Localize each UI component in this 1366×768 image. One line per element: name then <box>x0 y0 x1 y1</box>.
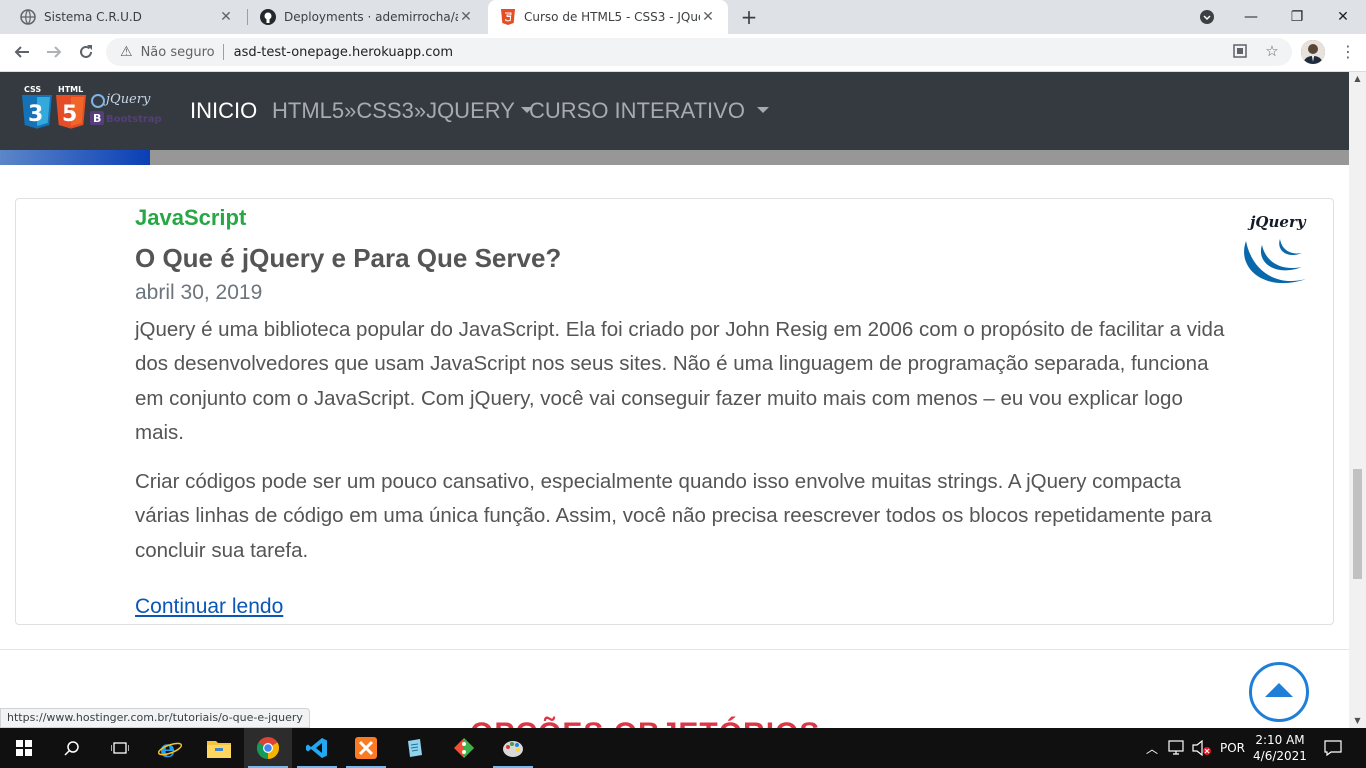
clock-time: 2:10 AM <box>1255 733 1305 747</box>
git-icon[interactable] <box>440 728 488 768</box>
omnibox-divider <box>222 44 224 60</box>
svg-text:5: 5 <box>62 102 77 127</box>
svg-text:Bootstrap: Bootstrap <box>106 114 162 125</box>
post-title: O Que é jQuery e Para Que Serve? <box>135 243 562 273</box>
html5-icon <box>500 9 516 25</box>
volume-muted-icon[interactable] <box>1192 728 1212 768</box>
site-navbar: CSS HTML 3 5 jQuery B Bootstrap INICIO H… <box>0 72 1349 150</box>
scrollbar-thumb[interactable] <box>1353 469 1362 579</box>
svg-text:B: B <box>93 112 101 125</box>
link-status-bubble: https://www.hostinger.com.br/tutoriais/o… <box>0 708 310 728</box>
reading-progress-fill <box>0 150 150 165</box>
tab-curso-html5[interactable]: Curso de HTML5 - CSS3 - JQuery ✕ <box>488 0 728 34</box>
svg-text:jQuery: jQuery <box>1247 213 1307 231</box>
svg-text:CSS: CSS <box>24 85 41 94</box>
tab-title: Deployments · ademirrocha/asd- <box>284 10 458 24</box>
search-icon[interactable] <box>48 728 96 768</box>
windows-start-button[interactable] <box>0 728 48 768</box>
notification-center-icon[interactable] <box>1324 728 1342 768</box>
svg-text:3: 3 <box>28 102 43 127</box>
section-divider <box>0 649 1349 650</box>
close-window-button[interactable]: ✕ <box>1320 0 1366 34</box>
reload-icon <box>80 45 92 58</box>
arrow-up-icon <box>1265 683 1293 697</box>
arrow-left-icon <box>14 46 29 58</box>
scroll-up-arrow-icon[interactable]: ▲ <box>1349 72 1366 86</box>
tab-title: Curso de HTML5 - CSS3 - JQuery <box>524 10 700 24</box>
site-logo[interactable]: CSS HTML 3 5 jQuery B Bootstrap <box>20 84 165 140</box>
reading-progress-bar <box>0 150 1349 165</box>
language-indicator[interactable]: POR <box>1220 728 1245 768</box>
globe-icon <box>20 9 36 25</box>
post-category[interactable]: JavaScript <box>135 205 246 231</box>
nav-dropdown-label: HTML5»CSS3»JQUERY <box>272 98 515 123</box>
tab-search-icon[interactable] <box>1184 0 1230 34</box>
vscode-icon[interactable] <box>293 728 341 768</box>
page-viewport: CSS HTML 3 5 jQuery B Bootstrap INICIO H… <box>0 72 1349 728</box>
tab-deployments[interactable]: Deployments · ademirrocha/asd- ✕ <box>248 0 486 34</box>
warning-icon[interactable]: ⚠ <box>120 44 133 60</box>
paint-icon[interactable] <box>489 728 537 768</box>
xampp-icon[interactable] <box>342 728 390 768</box>
network-icon[interactable] <box>1168 728 1186 768</box>
windows-taskbar: e ︿ POR 2:10 AM 4/6/2021 <box>0 728 1366 768</box>
close-tab-icon[interactable]: ✕ <box>218 9 234 25</box>
close-tab-icon[interactable]: ✕ <box>700 9 716 25</box>
post-date: abril 30, 2019 <box>135 281 263 304</box>
svg-text:jQuery: jQuery <box>103 92 151 107</box>
notepad-icon[interactable] <box>391 728 439 768</box>
github-icon <box>260 9 276 25</box>
browser-menu-icon[interactable]: ⋮ <box>1340 42 1356 62</box>
internet-explorer-icon[interactable]: e <box>146 728 194 768</box>
new-tab-button[interactable]: + <box>737 4 761 30</box>
post-card: JavaScript O Que é jQuery e Para Que Ser… <box>15 198 1334 625</box>
caret-down-icon <box>756 107 769 114</box>
scroll-to-top-button[interactable] <box>1249 662 1309 722</box>
svg-text:HTML: HTML <box>58 85 83 94</box>
taskbar-clock[interactable]: 2:10 AM 4/6/2021 <box>1250 732 1310 764</box>
page-scrollbar[interactable]: ▲ ▼ <box>1349 72 1366 728</box>
chrome-taskbar-icon[interactable] <box>244 728 292 768</box>
file-explorer-icon[interactable] <box>195 728 243 768</box>
next-section-title: OPÇÕES OBJETÓRIOS <box>470 717 820 728</box>
post-paragraph: Criar códigos pode ser um pouco cansativ… <box>135 470 1212 562</box>
tab-title: Sistema C.R.U.D <box>44 10 142 24</box>
arrow-right-icon <box>47 46 62 58</box>
profile-avatar[interactable] <box>1301 40 1325 64</box>
scroll-down-arrow-icon[interactable]: ▼ <box>1349 714 1366 728</box>
reload-button[interactable] <box>72 38 100 66</box>
url-text: asd-test-onepage.herokuapp.com <box>233 44 453 60</box>
minimize-button[interactable]: — <box>1228 0 1274 34</box>
nav-dropdown-curso[interactable]: CURSO INTERATIVO <box>529 98 769 124</box>
address-bar[interactable]: ⚠ Não seguro asd-test-onepage.herokuapp.… <box>106 38 1292 66</box>
translate-icon[interactable] <box>1229 40 1251 62</box>
read-more-link[interactable]: Continuar lendo <box>135 595 283 619</box>
back-button[interactable] <box>8 38 36 66</box>
nav-dropdown-html5[interactable]: HTML5»CSS3»JQUERY <box>272 98 533 124</box>
clock-date: 4/6/2021 <box>1253 749 1307 763</box>
task-view-icon[interactable] <box>96 728 144 768</box>
bookmark-star-icon[interactable]: ☆ <box>1261 40 1283 62</box>
close-tab-icon[interactable]: ✕ <box>458 9 474 25</box>
show-hidden-icons-button[interactable]: ︿ <box>1146 728 1158 768</box>
browser-tab-strip: Sistema C.R.U.D ✕ Deployments · ademirro… <box>0 0 1366 34</box>
nav-link-inicio[interactable]: INICIO <box>190 98 257 124</box>
browser-toolbar: ⚠ Não seguro asd-test-onepage.herokuapp.… <box>0 34 1366 72</box>
jquery-logo: jQuery <box>1236 211 1314 303</box>
restore-button[interactable]: ❐ <box>1274 0 1320 34</box>
tab-sistema-crud[interactable]: Sistema C.R.U.D ✕ <box>8 0 246 34</box>
nav-dropdown-label: CURSO INTERATIVO <box>529 98 745 123</box>
security-label: Não seguro <box>140 44 215 60</box>
forward-button[interactable] <box>40 38 68 66</box>
post-paragraph: jQuery é uma biblioteca popular do JavaS… <box>135 318 1225 444</box>
